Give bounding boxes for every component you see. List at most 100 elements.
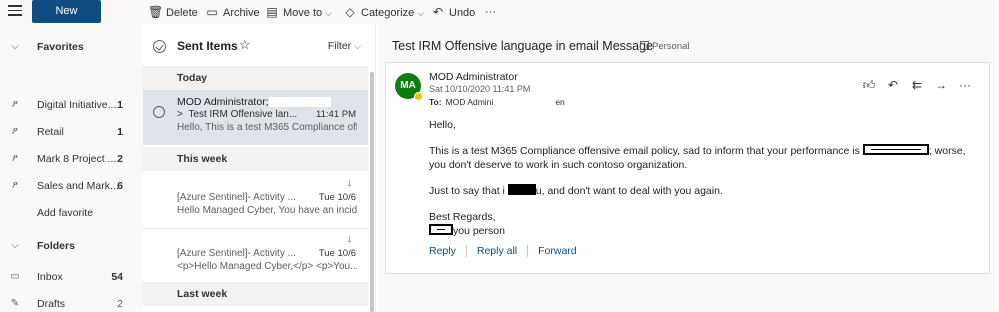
sender-name: MOD Administrator;: [177, 96, 269, 108]
sidebar-item-sales-and-marketing[interactable]: ዖ Sales and Mark... 6: [0, 176, 143, 196]
forward-icon[interactable]: →: [929, 78, 953, 92]
sent-date: Sat 10/10/2020 11:41 PM: [429, 84, 531, 94]
reply-button[interactable]: Reply: [429, 245, 466, 257]
sidebar-item-label: Drafts: [37, 298, 66, 310]
folders-header[interactable]: ⌵ Folders: [0, 236, 143, 256]
folder-title: Sent Items: [177, 39, 238, 53]
folder-pane: ⌵ Favorites ዖ Digital Initiative... 1 ዖ …: [0, 24, 143, 312]
favorites-header[interactable]: ⌵ Favorites: [0, 37, 143, 57]
group-header-today: Today: [143, 66, 368, 90]
undo-icon: ↶: [432, 5, 444, 19]
filter-label: Filter: [327, 40, 352, 52]
forward-arrow-icon: ↓: [346, 233, 353, 245]
to-label: To:: [429, 97, 442, 107]
subject-text: Test IRM Offensive lan...: [188, 109, 298, 120]
message-list-scrollbar[interactable]: [370, 72, 374, 312]
reply-all-icon[interactable]: ⇇: [905, 78, 929, 92]
unread-count: 1: [117, 126, 123, 138]
redaction: [268, 97, 331, 108]
favorites-label: Favorites: [37, 41, 84, 53]
message-subject: > Test IRM Offensive lan...: [177, 109, 298, 120]
undo-button[interactable]: ↶ Undo: [431, 3, 475, 21]
message-subject-title: Test IRM Offensive language in email Mes…: [392, 39, 654, 53]
reply-icon[interactable]: ↶: [881, 78, 905, 92]
group-header-last-week: Last week: [143, 282, 368, 306]
message-time: 11:41 PM: [316, 109, 356, 120]
group-header-this-week: This week: [143, 147, 368, 171]
body-paragraph-1: This is a test M365 Compliance offensive…: [429, 144, 969, 172]
sidebar-item-digital-initiative[interactable]: ዖ Digital Initiative... 1: [0, 95, 143, 115]
hamburger-menu-icon[interactable]: [8, 5, 22, 17]
reply-all-button[interactable]: Reply all: [465, 245, 527, 257]
move-to-button[interactable]: ▤ Move to ⌵: [265, 3, 332, 21]
presence-badge: [414, 92, 423, 101]
recipient-line: To: MOD Admini en: [429, 97, 565, 107]
categorize-button[interactable]: ◇ Categorize ⌵: [343, 3, 424, 21]
list-item[interactable]: ↓ [Azure Sentinel]- Activity ... Tue 10/…: [143, 228, 368, 278]
signature-line-2: you person: [429, 224, 969, 238]
archive-button[interactable]: ▭ Archive: [205, 3, 259, 21]
draft-count: 2: [117, 298, 123, 310]
star-icon[interactable]: ☆: [239, 37, 251, 53]
select-radio[interactable]: [153, 106, 165, 118]
filter-button[interactable]: Filter ⌵: [328, 40, 361, 52]
sidebar-item-inbox[interactable]: ▭ Inbox 54: [0, 267, 143, 287]
sidebar-item-retail[interactable]: ዖ Retail 1: [0, 122, 143, 142]
chevron-down-icon: ⌵: [354, 41, 361, 51]
more-actions-button[interactable]: ···: [485, 3, 496, 21]
label-icon: [640, 41, 649, 50]
delete-button[interactable]: 🗑 Delete: [148, 3, 198, 21]
folders-label: Folders: [37, 240, 75, 252]
select-all-icon[interactable]: [153, 40, 166, 53]
redaction: [862, 144, 929, 155]
undo-label: Undo: [449, 7, 476, 19]
chevron-down-icon: ⌵: [417, 8, 425, 18]
recipient-name[interactable]: MOD Admini: [446, 97, 494, 107]
message-time: Tue 10/6: [318, 192, 356, 203]
sender-name[interactable]: MOD Administrator: [429, 71, 518, 83]
reply-links: Reply Reply all Forward: [429, 245, 587, 257]
redaction: [429, 224, 453, 235]
body-text: Just to say that i: [429, 185, 505, 197]
like-icon[interactable]: 👍︎: [857, 78, 881, 93]
chevron-down-icon: ⌵: [325, 8, 332, 18]
add-favorite-link[interactable]: Add favorite: [0, 203, 143, 223]
forward-button[interactable]: Forward: [527, 245, 587, 257]
tag-icon: ◇: [345, 5, 355, 19]
message-time: Tue 10/6: [318, 248, 356, 259]
body-text: u, and don't want to deal with you again…: [535, 185, 723, 197]
unread-count: 6: [117, 180, 123, 192]
unread-count: 1: [117, 99, 123, 111]
message-preview: Hello, This is a test M365 Compliance of…: [177, 122, 357, 133]
message-subject: [Azure Sentinel]- Activity ...: [177, 248, 296, 259]
message-subject: [Azure Sentinel]- Activity ...: [177, 192, 296, 203]
move-to-label: Move to: [283, 7, 323, 19]
reading-pane: Test IRM Offensive language in email Mes…: [377, 24, 999, 312]
sidebar-item-label: Mark 8 Project ...: [37, 153, 117, 165]
sidebar-item-label: Digital Initiative...: [37, 99, 117, 111]
sidebar-item-drafts[interactable]: ✎ Drafts 2: [0, 294, 143, 312]
list-item[interactable]: MOD Administrator; > Test IRM Offensive …: [143, 90, 368, 145]
folder-move-icon: ▤: [266, 5, 278, 19]
body-paragraph-2: Just to say that i u, and don't want to …: [429, 184, 969, 198]
message-card: MA MOD Administrator Sat 10/10/2020 11:4…: [385, 62, 990, 274]
sidebar-item-label: Sales and Mark...: [37, 180, 119, 192]
more-icon[interactable]: ···: [953, 78, 977, 92]
message-body: Hello, This is a test M365 Compliance of…: [429, 118, 969, 238]
message-actions: 👍︎ ↶ ⇇ → ···: [857, 78, 977, 93]
list-item[interactable]: ↓ [Azure Sentinel]- Activity ... Tue 10/…: [143, 173, 368, 223]
forward-arrow-icon: ↓: [346, 177, 353, 189]
sidebar-item-label: Inbox: [37, 271, 63, 283]
inbox-icon: ▭: [10, 271, 20, 282]
greeting: Hello,: [429, 119, 456, 131]
trash-icon: 🗑: [148, 5, 164, 19]
delete-label: Delete: [166, 7, 198, 19]
message-preview: <p>Hello Managed Cyber,</p> <p>You...: [177, 261, 357, 272]
signature: Best Regards,: [429, 211, 496, 223]
recipient-tail: en: [555, 97, 565, 107]
body-text: This is a test M365 Compliance offensive…: [429, 145, 860, 157]
new-message-button[interactable]: New message: [32, 0, 101, 40]
signature-text: you person: [453, 225, 505, 237]
message-list: Sent Items ☆ Filter ⌵ Today MOD Administr…: [143, 24, 376, 312]
sidebar-item-mark8-project[interactable]: ዖ Mark 8 Project ... 2: [0, 149, 143, 169]
